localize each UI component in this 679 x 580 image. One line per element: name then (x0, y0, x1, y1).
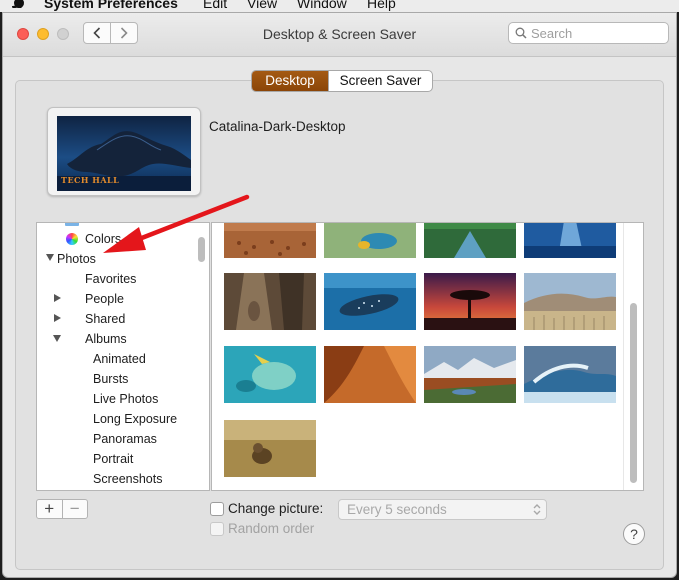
random-order-checkbox[interactable] (210, 522, 224, 536)
desktop-pictures-icon (65, 223, 79, 226)
tab-bar: Desktop Screen Saver (251, 70, 433, 92)
preferences-window: Desktop & Screen Saver Desktop Screen Sa… (2, 12, 677, 578)
add-folder-button[interactable]: + (37, 500, 62, 518)
disclosure-expanded-icon[interactable] (53, 335, 61, 342)
chevron-up-down-icon (533, 504, 541, 515)
color-wheel-icon (66, 233, 78, 245)
help-button[interactable]: ? (623, 523, 645, 545)
wallpaper-thumbnail[interactable] (424, 346, 516, 403)
wallpaper-watermark: TECH HALL (61, 175, 120, 185)
sidebar-item-favorites[interactable]: Favorites (85, 270, 136, 288)
menu-app-name[interactable]: System Preferences (44, 0, 178, 11)
search-field[interactable] (508, 22, 669, 44)
change-interval-popup[interactable]: Every 5 seconds (338, 499, 547, 520)
wallpaper-thumbnail[interactable] (324, 346, 416, 403)
sidebar-item-photos[interactable]: Photos (57, 250, 96, 268)
sidebar-item-screenshots[interactable]: Screenshots (93, 470, 162, 488)
wallpaper-thumbnail[interactable] (224, 273, 316, 330)
wallpaper-thumbnail[interactable] (524, 346, 616, 403)
disclosure-expanded-icon[interactable] (46, 254, 54, 261)
wallpaper-grid-scrollbar[interactable] (630, 303, 637, 483)
source-list-scrollbar[interactable] (198, 237, 205, 262)
sidebar-item-panoramas[interactable]: Panoramas (93, 430, 157, 448)
change-picture-label: Change picture: (228, 501, 324, 516)
wallpaper-thumbnail[interactable] (524, 222, 616, 258)
random-order-label: Random order (228, 521, 315, 536)
disclosure-collapsed-icon[interactable] (54, 294, 61, 302)
wallpaper-thumbnail[interactable] (224, 346, 316, 403)
add-remove-folder-control: + − (36, 499, 88, 519)
wallpaper-thumbnail[interactable] (424, 273, 516, 330)
wallpaper-thumbnail[interactable] (424, 222, 516, 258)
tab-desktop[interactable]: Desktop (252, 71, 328, 91)
current-wallpaper-preview: TECH HALL (47, 107, 201, 196)
wallpaper-thumbnail[interactable] (324, 273, 416, 330)
grid-divider (623, 223, 624, 490)
sidebar-item-people[interactable]: People (85, 290, 124, 308)
sidebar-item-animated[interactable]: Animated (93, 350, 146, 368)
sidebar-item-albums[interactable]: Albums (85, 330, 127, 348)
menu-bar: System Preferences Edit View Window Help (0, 0, 679, 12)
disclosure-collapsed-icon[interactable] (54, 314, 61, 322)
wallpaper-thumbnail[interactable] (524, 273, 616, 330)
change-interval-value: Every 5 seconds (347, 502, 447, 517)
menu-edit[interactable]: Edit (203, 0, 227, 11)
tab-screen-saver[interactable]: Screen Saver (328, 71, 432, 91)
source-list[interactable]: Colors Photos Favorites People Shared Al… (36, 222, 210, 491)
sidebar-item-portrait[interactable]: Portrait (93, 450, 133, 468)
wallpaper-grid[interactable] (211, 222, 644, 491)
sidebar-item-shared[interactable]: Shared (85, 310, 125, 328)
wallpaper-thumbnail[interactable] (224, 420, 316, 477)
menu-view[interactable]: View (247, 0, 277, 11)
wallpaper-thumbnail[interactable] (324, 222, 416, 258)
sidebar-item-colors[interactable]: Colors (85, 230, 121, 248)
apple-menu-icon[interactable] (12, 0, 26, 8)
menu-window[interactable]: Window (297, 0, 347, 11)
wallpaper-name: Catalina-Dark-Desktop (209, 119, 346, 134)
change-picture-checkbox[interactable] (210, 502, 224, 516)
remove-folder-button[interactable]: − (61, 500, 88, 518)
search-input[interactable] (531, 25, 663, 41)
wallpaper-thumbnail[interactable] (224, 222, 316, 258)
wallpaper-preview-image: TECH HALL (57, 116, 191, 191)
menu-help[interactable]: Help (367, 0, 396, 11)
sidebar-item-bursts[interactable]: Bursts (93, 370, 128, 388)
sidebar-item-live-photos[interactable]: Live Photos (93, 390, 158, 408)
title-bar: Desktop & Screen Saver (3, 13, 676, 491)
search-icon (515, 27, 527, 39)
sidebar-item-long-exposure[interactable]: Long Exposure (93, 410, 177, 428)
